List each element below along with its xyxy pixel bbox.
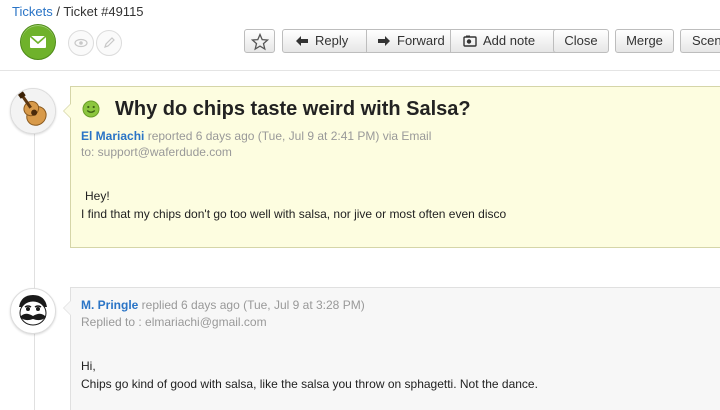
breadcrumb-tickets-link[interactable]: Tickets xyxy=(12,4,53,19)
forward-arrow-icon xyxy=(378,36,390,46)
reply-meta-text: replied 6 days ago (Tue, Jul 9 at 3:28 P… xyxy=(138,298,365,312)
reply-body-line-1: Hi, xyxy=(81,359,96,373)
forward-label: Forward xyxy=(397,33,445,48)
breadcrumb-current: Ticket #49115 xyxy=(63,4,144,19)
merge-label: Merge xyxy=(626,33,663,48)
ticket-subject: Why do chips taste weird with Salsa? xyxy=(115,98,471,120)
ticket-body-line-1: Hey! xyxy=(85,189,110,203)
reply-arrow-icon xyxy=(296,36,308,46)
breadcrumb-separator: / xyxy=(52,4,64,19)
ticket-meta-text: reported 6 days ago (Tue, Jul 9 at 2:41 … xyxy=(144,129,432,143)
avatar-el-mariachi[interactable] xyxy=(10,88,56,134)
scenarios-label: Scen xyxy=(692,33,720,48)
smiley-icon xyxy=(82,100,100,118)
reply-meta: M. Pringle replied 6 days ago (Tue, Jul … xyxy=(81,298,365,312)
ticket-body-line-2: I find that my chips don't go too well w… xyxy=(81,207,507,221)
reply-replied-to: Replied to : elmariachi@gmail.com xyxy=(81,315,267,329)
pencil-icon[interactable] xyxy=(96,30,122,56)
reply-label: Reply xyxy=(315,33,349,48)
avatar-m-pringle[interactable] xyxy=(10,288,56,334)
breadcrumb: Tickets / Ticket #49115 xyxy=(12,4,144,19)
add-note-label: Add note xyxy=(483,33,536,48)
ticket-to: to: support@waferdude.com xyxy=(81,145,232,159)
note-icon xyxy=(463,35,477,47)
reply-button[interactable]: Reply xyxy=(283,30,366,52)
add-note-button[interactable]: Add note xyxy=(451,30,548,52)
reply-card: M. Pringle replied 6 days ago (Tue, Jul … xyxy=(63,287,720,410)
star-button[interactable] xyxy=(244,29,275,53)
close-button[interactable]: Close xyxy=(553,29,609,53)
mustache-face-icon xyxy=(11,289,55,333)
forward-button[interactable]: Forward xyxy=(367,30,450,52)
star-icon xyxy=(251,33,269,51)
guitar-icon xyxy=(11,89,55,133)
ticket-meta: El Mariachi reported 6 days ago (Tue, Ju… xyxy=(81,129,431,143)
merge-button[interactable]: Merge xyxy=(615,29,674,53)
reply-author-link[interactable]: M. Pringle xyxy=(81,298,138,312)
timeline-line xyxy=(34,112,35,410)
ticket-card: Why do chips taste weird with Salsa? El … xyxy=(63,86,720,248)
email-channel-icon[interactable] xyxy=(20,24,56,60)
reply-body-line-2: Chips go kind of good with salsa, like t… xyxy=(81,377,538,391)
close-label: Close xyxy=(564,33,598,48)
ticket-author-link[interactable]: El Mariachi xyxy=(81,129,144,143)
eye-icon[interactable] xyxy=(68,30,94,56)
header-divider xyxy=(0,70,720,71)
scenarios-button[interactable]: Scen xyxy=(680,29,720,53)
